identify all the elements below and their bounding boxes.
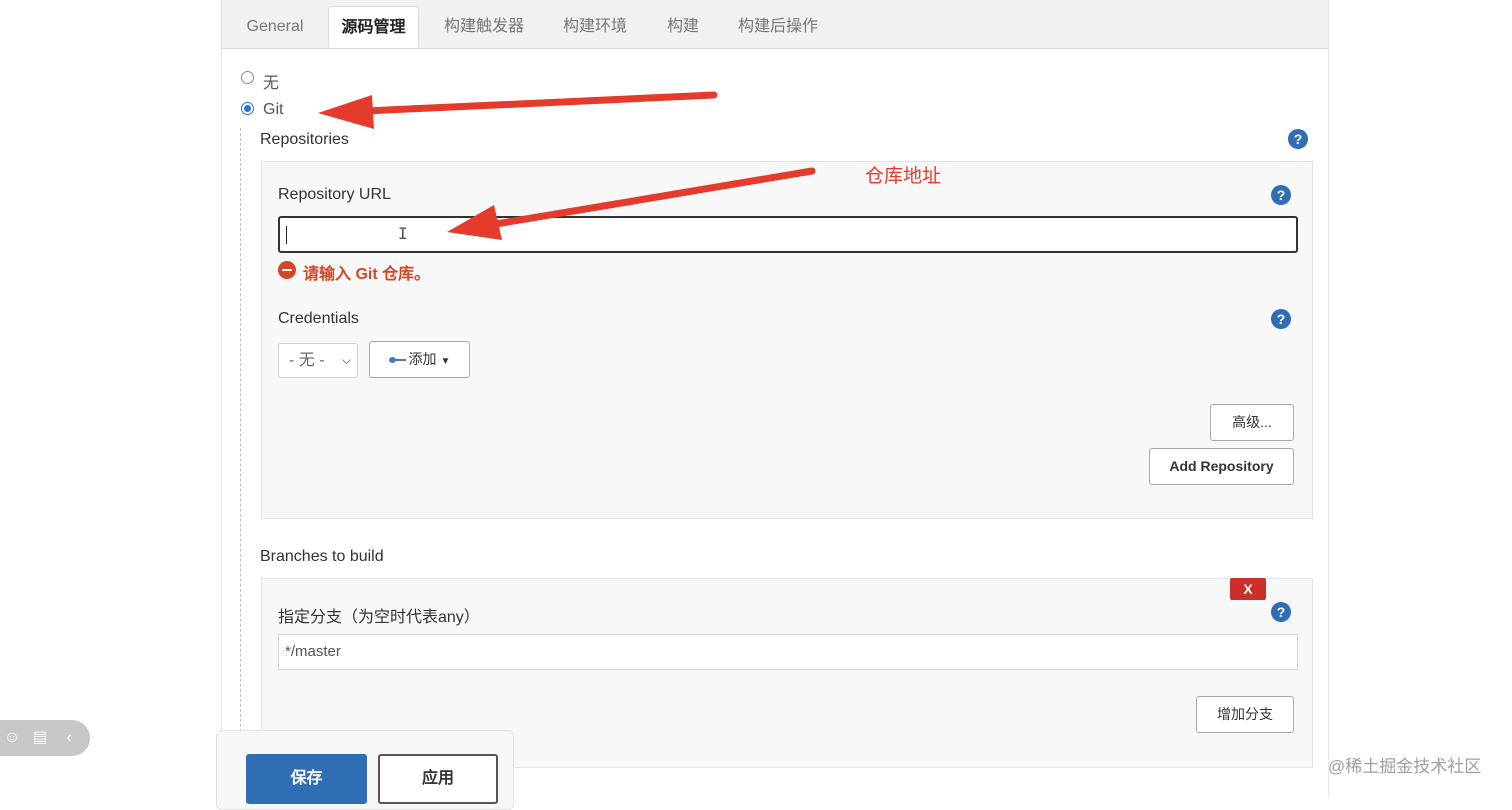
floating-toolbar[interactable]: ☺ ▤ ‹ [0, 720, 90, 756]
watermark: @稀土掘金技术社区 [1328, 757, 1482, 776]
emoji-icon[interactable]: ☺ [3, 729, 21, 747]
arrow-to-repository-url [447, 167, 816, 240]
annotation-arrows [318, 91, 816, 240]
annotation-repository-address: 仓库地址 [865, 166, 942, 187]
chevron-left-icon[interactable]: ‹ [60, 729, 78, 747]
arrow-to-git-option [318, 91, 718, 129]
comment-icon[interactable]: ▤ [31, 729, 49, 747]
